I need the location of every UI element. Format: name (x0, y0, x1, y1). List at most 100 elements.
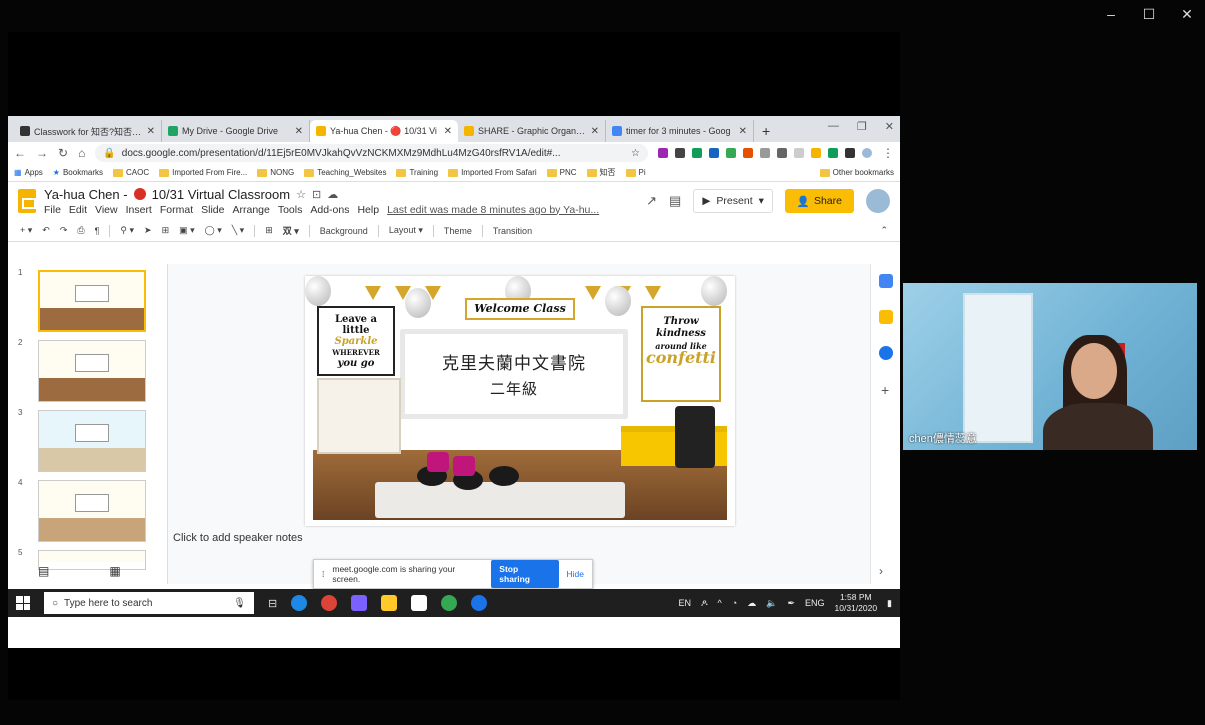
bookmark-folder[interactable]: Imported From Fire... (159, 168, 247, 177)
bookmark-other[interactable]: Other bookmarks (819, 168, 894, 177)
profile-icon[interactable] (862, 148, 872, 158)
slide-thumbnail[interactable] (38, 270, 146, 332)
menu-arrange[interactable]: Arrange (232, 204, 269, 216)
bookmark-folder[interactable]: CAOC (112, 168, 149, 177)
tab-drive[interactable]: My Drive - Google Drive ✕ (162, 120, 310, 142)
bookmark-folder[interactable]: 知否 (586, 167, 616, 178)
maximize-button[interactable]: ☐ (1141, 6, 1157, 23)
add-icon[interactable]: + (881, 382, 889, 398)
chevron-right-icon[interactable]: › (879, 564, 883, 578)
close-icon[interactable]: ✕ (591, 126, 599, 137)
last-edit-link[interactable]: Last edit was made 8 minutes ago by Ya-h… (387, 204, 599, 216)
new-slide-icon[interactable]: + ▾ (20, 225, 32, 236)
comments-icon[interactable]: ▤ (669, 193, 681, 209)
slide-thumbnail[interactable] (38, 340, 146, 402)
drag-handle-icon[interactable]: ⁞ (322, 569, 324, 579)
paint-format-icon[interactable]: ¶ (95, 226, 100, 236)
menu-slide[interactable]: Slide (201, 204, 224, 216)
bookmark-folder[interactable]: Imported From Safari (448, 168, 537, 177)
input-indicator[interactable]: EN (678, 598, 691, 608)
background-button[interactable]: Background (320, 226, 368, 236)
back-icon[interactable]: ← (14, 146, 26, 160)
keep-icon[interactable] (879, 310, 893, 324)
close-icon[interactable]: ✕ (885, 120, 894, 133)
app-icon[interactable] (351, 595, 368, 611)
close-button[interactable]: ✕ (1179, 6, 1195, 23)
slides-logo-icon[interactable] (18, 189, 36, 213)
chrome-icon[interactable] (321, 595, 338, 611)
input-tools-icon[interactable]: 双 ▾ (283, 224, 299, 237)
participant-video[interactable]: chen儂情蕊意 (903, 283, 1197, 450)
stop-sharing-button[interactable]: Stop sharing (491, 560, 559, 588)
minimize-icon[interactable]: — (828, 120, 839, 133)
bookmark-folder[interactable]: NONG (257, 168, 294, 177)
microphone-icon[interactable]: 🎙 (233, 598, 246, 609)
select-icon[interactable]: ➤ (144, 225, 152, 236)
undo-icon[interactable]: ↶ (42, 225, 50, 236)
bookmark-folder[interactable]: PNC (546, 168, 577, 177)
line-icon[interactable]: ╲ ▾ (232, 225, 244, 236)
present-button[interactable]: ▶ Present ▾ (693, 189, 773, 213)
menu-insert[interactable]: Insert (126, 204, 152, 216)
language-indicator[interactable]: ENG (805, 598, 825, 608)
wifi-icon[interactable]: ◔ (732, 598, 737, 608)
calendar-icon[interactable] (879, 274, 893, 288)
extension-icon[interactable] (777, 148, 787, 158)
tab-classwork[interactable]: Classwork for 知否?知否?® ✕ (14, 120, 162, 142)
notification-icon[interactable]: ▮ (887, 598, 892, 609)
extension-icon[interactable] (760, 148, 770, 158)
layout-button[interactable]: Layout ▾ (389, 225, 423, 236)
redo-icon[interactable]: ↷ (60, 225, 68, 236)
tab-share[interactable]: SHARE - Graphic Organizer ✕ (458, 120, 606, 142)
restore-icon[interactable]: ❐ (857, 120, 867, 133)
extension-icon[interactable] (794, 148, 804, 158)
speaker-notes[interactable]: Click to add speaker notes (173, 532, 303, 544)
menu-help[interactable]: Help (357, 204, 379, 216)
minimize-button[interactable]: – (1103, 6, 1119, 23)
star-icon[interactable]: ☆ (631, 148, 640, 159)
menu-tools[interactable]: Tools (278, 204, 303, 216)
bookmark-apps[interactable]: ▦ Apps (14, 168, 43, 177)
extension-icon[interactable] (692, 148, 702, 158)
avatar[interactable] (866, 189, 890, 213)
extension-icon[interactable] (726, 148, 736, 158)
reload-icon[interactable]: ↻ (58, 146, 68, 160)
slide[interactable]: Welcome Class Leave a little Sparkle WHE… (305, 276, 735, 526)
people-icon[interactable]: ዶ (701, 598, 708, 609)
close-icon[interactable]: ✕ (739, 126, 747, 137)
extension-icon[interactable] (709, 148, 719, 158)
document-title-suffix[interactable]: 10/31 Virtual Classroom (152, 187, 291, 202)
volume-icon[interactable]: 🔈 (766, 598, 777, 609)
puzzle-icon[interactable] (845, 148, 855, 158)
app-icon[interactable] (471, 595, 488, 611)
menu-view[interactable]: View (95, 204, 118, 216)
slide-thumbnail[interactable] (38, 410, 146, 472)
bookmark-bookmarks[interactable]: ★ Bookmarks (53, 168, 103, 177)
tab-timer[interactable]: timer for 3 minutes - Goog ✕ (606, 120, 754, 142)
share-button[interactable]: 👤 Share (784, 189, 854, 213)
extension-icon[interactable] (743, 148, 753, 158)
tasks-icon[interactable] (879, 346, 893, 360)
star-icon[interactable]: ☆ (296, 188, 306, 201)
clock[interactable]: 1:58 PM 10/31/2020 (835, 592, 878, 614)
collapse-icon[interactable]: ⌃ (880, 225, 888, 236)
filmstrip-view-icon[interactable]: ▤ (38, 564, 49, 578)
bookmark-folder[interactable]: Training (396, 168, 438, 177)
edge-icon[interactable] (291, 595, 308, 611)
hide-button[interactable]: Hide (567, 569, 584, 579)
store-icon[interactable] (411, 595, 428, 611)
move-folder-icon[interactable]: ⊡ (312, 188, 321, 201)
slide-canvas[interactable]: Welcome Class Leave a little Sparkle WHE… (173, 272, 863, 572)
menu-edit[interactable]: Edit (69, 204, 87, 216)
tab-slides[interactable]: Ya-hua Chen - 🔴 10/31 Vi ✕ (310, 120, 458, 142)
textbox-icon[interactable]: ⊞ (162, 225, 170, 236)
activity-icon[interactable]: ↗ (646, 193, 657, 209)
transition-button[interactable]: Transition (493, 226, 532, 236)
close-icon[interactable]: ✕ (295, 126, 303, 137)
bookmark-folder[interactable]: Pi (625, 168, 646, 177)
extension-icon[interactable] (675, 148, 685, 158)
chevron-down-icon[interactable]: ▾ (759, 195, 764, 207)
document-title[interactable]: Ya-hua Chen - (44, 187, 128, 202)
address-bar[interactable]: 🔒 docs.google.com/presentation/d/11Ej5rE… (95, 144, 648, 162)
menu-format[interactable]: Format (160, 204, 193, 216)
